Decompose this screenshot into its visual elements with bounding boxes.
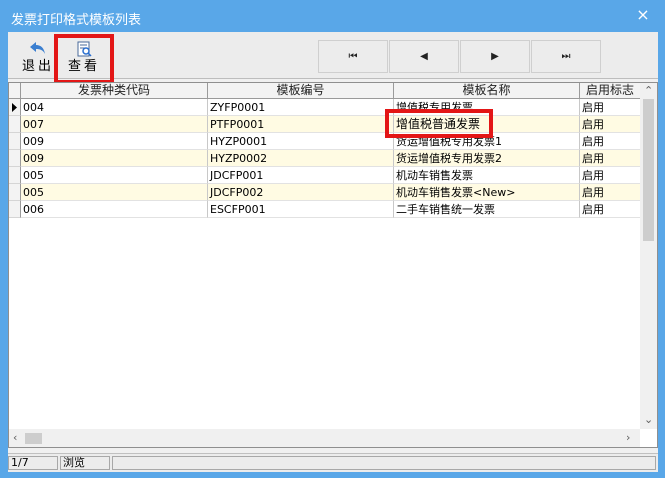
current-row-indicator [9, 99, 21, 116]
vertical-scroll-thumb[interactable] [643, 99, 654, 241]
toolbar: 退出 查看 ⏮ ◀ ▶ ⏭ [8, 32, 658, 84]
cell-template-no[interactable]: JDCFP001 [208, 167, 394, 184]
header-code[interactable]: 发票种类代码 [21, 83, 208, 98]
header-status[interactable]: 启用标志 [580, 83, 641, 98]
scroll-right-icon[interactable]: › [626, 431, 630, 444]
cell-template-name[interactable]: 机动车销售发票 [394, 167, 580, 184]
dialog-window: 发票打印格式模板列表 × 退出 查看 ⏮ ◀ ▶ ⏭ 发票种类代码 模板编号 模… [0, 0, 665, 478]
header-template-no[interactable]: 模板编号 [208, 83, 394, 98]
view-button[interactable]: 查看 [62, 38, 106, 76]
cell-template-no[interactable]: JDCFP002 [208, 184, 394, 201]
cell-status[interactable]: 启用 [580, 167, 641, 184]
cell-template-no[interactable]: PTFP0001 [208, 116, 394, 133]
row-indicator [9, 167, 21, 184]
cell-template-name[interactable]: 机动车销售发票<New> [394, 184, 580, 201]
mode-indicator: 浏览 [60, 456, 110, 470]
cell-template-name[interactable]: 增值税普通发票 [394, 116, 580, 133]
cell-code[interactable]: 009 [21, 150, 208, 167]
cell-template-name[interactable]: 货运增值税专用发票2 [394, 150, 580, 167]
first-record-button[interactable]: ⏮ [318, 40, 388, 73]
window-title: 发票打印格式模板列表 [11, 13, 142, 28]
vertical-scrollbar[interactable]: ⌃ ⌄ [640, 83, 657, 429]
row-indicator [9, 150, 21, 167]
table-row[interactable]: 009 HYZP0001 货运增值税专用发票1 启用 [9, 133, 641, 150]
cell-status[interactable]: 启用 [580, 184, 641, 201]
header-template-name[interactable]: 模板名称 [394, 83, 580, 98]
cell-code[interactable]: 004 [21, 99, 208, 116]
last-record-button[interactable]: ⏭ [531, 40, 601, 73]
status-bar: 1/7 浏览 [8, 453, 658, 472]
cell-template-name[interactable]: 增值税专用发票 [394, 99, 580, 116]
view-label: 查看 [67, 59, 100, 74]
table-row[interactable]: 004 ZYFP0001 增值税专用发票 启用 [9, 99, 641, 116]
cell-template-name[interactable]: 二手车销售统一发票 [394, 201, 580, 218]
row-indicator [9, 116, 21, 133]
cell-code[interactable]: 005 [21, 167, 208, 184]
client-area: 退出 查看 ⏮ ◀ ▶ ⏭ 发票种类代码 模板编号 模板名称 启用标志 004 … [8, 32, 658, 472]
exit-label: 退出 [21, 59, 54, 74]
cell-status[interactable]: 启用 [580, 116, 641, 133]
cell-status[interactable]: 启用 [580, 201, 641, 218]
table-row[interactable]: 007 PTFP0001 增值税普通发票 启用 [9, 116, 641, 133]
cell-template-no[interactable]: HYZP0001 [208, 133, 394, 150]
table-row[interactable]: 006 ESCFP001 二手车销售统一发票 启用 [9, 201, 641, 218]
cell-template-no[interactable]: ZYFP0001 [208, 99, 394, 116]
cell-code[interactable]: 005 [21, 184, 208, 201]
status-empty-panel [112, 456, 656, 470]
header-indicator [9, 83, 21, 98]
cell-template-name[interactable]: 货运增值税专用发票1 [394, 133, 580, 150]
title-bar: 发票打印格式模板列表 × [0, 0, 665, 32]
horizontal-scroll-thumb[interactable] [25, 433, 42, 444]
table-row[interactable]: 005 JDCFP002 机动车销售发票<New> 启用 [9, 184, 641, 201]
row-indicator [9, 201, 21, 218]
table-row[interactable]: 009 HYZP0002 货运增值税专用发票2 启用 [9, 150, 641, 167]
cell-status[interactable]: 启用 [580, 99, 641, 116]
table-header: 发票种类代码 模板编号 模板名称 启用标志 [9, 83, 641, 99]
next-record-button[interactable]: ▶ [460, 40, 530, 73]
template-table: 发票种类代码 模板编号 模板名称 启用标志 004 ZYFP0001 增值税专用… [8, 82, 658, 448]
scroll-left-icon[interactable]: ‹ [13, 431, 17, 444]
row-indicator [9, 133, 21, 150]
prev-record-button[interactable]: ◀ [389, 40, 459, 73]
cell-template-no[interactable]: HYZP0002 [208, 150, 394, 167]
cell-status[interactable]: 启用 [580, 133, 641, 150]
row-indicator [9, 184, 21, 201]
cell-template-no[interactable]: ESCFP001 [208, 201, 394, 218]
table-row[interactable]: 005 JDCFP001 机动车销售发票 启用 [9, 167, 641, 184]
cell-status[interactable]: 启用 [580, 150, 641, 167]
cell-code[interactable]: 007 [21, 116, 208, 133]
scroll-up-icon[interactable]: ⌃ [644, 84, 653, 97]
exit-button[interactable]: 退出 [20, 38, 56, 76]
close-button[interactable]: × [628, 2, 658, 28]
scroll-down-icon[interactable]: ⌄ [644, 413, 653, 426]
record-position: 1/7 [8, 456, 58, 470]
horizontal-scrollbar[interactable]: ‹ › [9, 429, 640, 447]
cell-code[interactable]: 009 [21, 133, 208, 150]
cell-code[interactable]: 006 [21, 201, 208, 218]
